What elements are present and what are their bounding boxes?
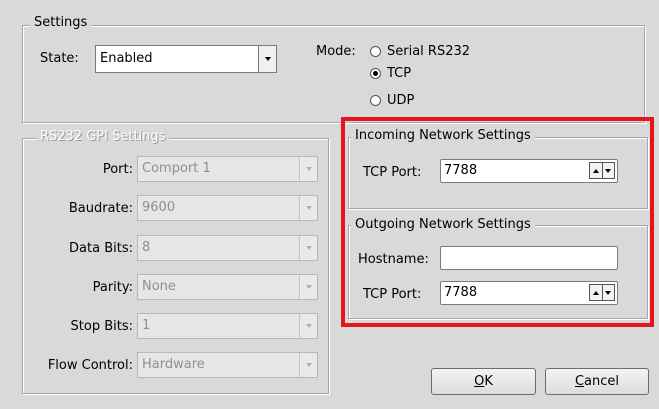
- radio-selected-icon: [370, 68, 381, 79]
- baudrate-select[interactable]: 9600: [137, 195, 318, 221]
- data-bits-label: Data Bits:: [69, 241, 133, 256]
- state-select-value: Enabled: [100, 51, 153, 66]
- stop-bits-select[interactable]: 1: [137, 313, 318, 339]
- stop-bits-select-arrow[interactable]: [299, 314, 317, 338]
- cancel-mnemonic: C: [574, 374, 585, 389]
- ok-button[interactable]: OK: [431, 368, 536, 395]
- radio-icon: [370, 46, 381, 57]
- rs232-group-title: RS232 GPI Settings: [36, 129, 170, 145]
- port-select-value: Comport 1: [142, 161, 211, 176]
- baudrate-select-arrow[interactable]: [299, 196, 317, 220]
- parity-label: Parity:: [92, 280, 133, 295]
- port-label: Port:: [102, 162, 133, 177]
- mode-radio-serial-label: Serial RS232: [387, 44, 471, 59]
- mode-radio-udp-label: UDP: [387, 93, 415, 108]
- settings-group: [22, 25, 645, 123]
- mode-label: Mode:: [316, 44, 356, 59]
- mode-radio-tcp[interactable]: TCP: [370, 66, 411, 81]
- baudrate-label: Baudrate:: [68, 201, 133, 216]
- port-select[interactable]: Comport 1: [137, 156, 318, 182]
- mode-radio-tcp-label: TCP: [387, 66, 412, 81]
- state-select[interactable]: Enabled: [95, 45, 277, 73]
- parity-select[interactable]: None: [137, 274, 318, 300]
- flow-control-select[interactable]: Hardware: [137, 352, 318, 378]
- radio-icon: [370, 95, 381, 106]
- mode-radio-udp[interactable]: UDP: [370, 93, 414, 108]
- chevron-down-icon: [305, 285, 312, 289]
- settings-group-title: Settings: [30, 15, 92, 31]
- flow-control-select-arrow[interactable]: [299, 353, 317, 377]
- data-bits-select-value: 8: [142, 240, 151, 255]
- cancel-button[interactable]: Cancel: [545, 368, 649, 395]
- chevron-down-icon: [305, 206, 312, 210]
- chevron-down-icon: [305, 324, 312, 328]
- ok-mnemonic: O: [474, 374, 485, 389]
- stop-bits-select-value: 1: [142, 318, 151, 333]
- chevron-down-icon: [305, 167, 312, 171]
- chevron-down-icon: [264, 57, 271, 61]
- parity-select-value: None: [142, 279, 176, 294]
- stop-bits-label: Stop Bits:: [70, 319, 133, 334]
- highlight-box: [341, 117, 654, 327]
- cancel-label-rest: ancel: [584, 374, 620, 389]
- state-label: State:: [40, 51, 79, 66]
- state-select-arrow[interactable]: [258, 46, 276, 72]
- chevron-down-icon: [305, 246, 312, 250]
- data-bits-select[interactable]: 8: [137, 235, 318, 261]
- baudrate-select-value: 9600: [142, 200, 176, 215]
- mode-radio-serial[interactable]: Serial RS232: [370, 44, 470, 59]
- flow-control-select-value: Hardware: [142, 357, 205, 372]
- data-bits-select-arrow[interactable]: [299, 236, 317, 260]
- flow-control-label: Flow Control:: [47, 358, 133, 373]
- port-select-arrow[interactable]: [299, 157, 317, 181]
- chevron-down-icon: [305, 363, 312, 367]
- parity-select-arrow[interactable]: [299, 275, 317, 299]
- ok-label-rest: K: [484, 374, 493, 389]
